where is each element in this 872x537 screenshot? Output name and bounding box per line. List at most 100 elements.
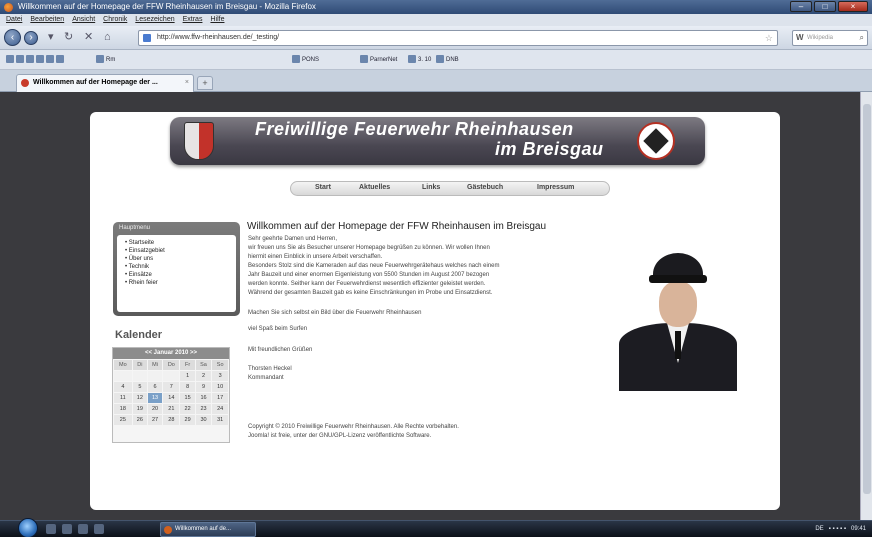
search-engine-icon[interactable]: W [796,31,804,45]
intro-line: Besonders Stolz sind die Kameraden auf d… [248,263,500,269]
firefox-taskbar-icon [164,526,172,534]
menu-hilfe[interactable]: Hilfe [210,14,224,26]
menu-link-aktuelles[interactable]: Aktuelles [359,184,390,191]
vertical-scrollbar[interactable] [860,92,872,520]
banner-title-line1: Freiwillige Feuerwehr Rheinhausen [255,119,574,139]
reload-icon[interactable]: ↻ [64,31,73,43]
taskbar-task-label: Willkommen auf de... [175,526,232,532]
back-button[interactable]: ‹ [4,29,21,46]
calendar-day[interactable]: 15 [180,393,195,403]
sidebar-body: Startseite Einsatzgebiet Über uns Techni… [117,235,236,312]
calendar-day[interactable]: 28 [163,415,180,425]
calendar-day[interactable]: 30 [195,415,212,425]
stop-icon[interactable]: ✕ [84,31,93,43]
calendar-day[interactable]: 14 [163,393,180,403]
calendar-day[interactable]: 5 [132,382,147,392]
calendar-day[interactable]: 3 [212,371,228,381]
scrollbar-thumb[interactable] [863,104,871,494]
menu-datei[interactable]: Datei [6,14,22,26]
calendar-day[interactable]: 1 [180,371,195,381]
calendar-day[interactable]: 16 [195,393,212,403]
tab-close-icon[interactable]: × [185,75,189,91]
commander-photo [617,251,738,391]
bookmark-star-icon[interactable]: ☆ [765,31,773,45]
calendar-day [163,371,180,381]
calendar-day[interactable]: 7 [163,382,180,392]
menu-link-start[interactable]: Start [315,184,331,191]
menu-chronik[interactable]: Chronik [103,14,127,26]
quicklaunch-icon[interactable] [46,524,56,534]
menu-link-links[interactable]: Links [422,184,440,191]
language-indicator[interactable]: DE [815,526,823,532]
calendar-day[interactable]: 10 [212,382,228,392]
menu-lesezeichen[interactable]: Lesezeichen [135,14,174,26]
license-text: Joomla! ist freie, unter der GNU/GPL-Liz… [248,433,432,439]
home-icon[interactable]: ⌂ [104,31,111,43]
search-bar[interactable]: W Wikipedia ⌕ [792,30,868,46]
calendar-day[interactable]: 23 [195,404,212,414]
intro-line: Jahr Bauzeit und einer enormen Eigenleis… [248,272,490,278]
quicklaunch-icon[interactable] [62,524,72,534]
calendar-day[interactable]: 18 [114,404,132,414]
bookmark-icons-group[interactable] [6,50,66,70]
calendar-day[interactable]: 4 [114,382,132,392]
menu-extras[interactable]: Extras [183,14,203,26]
calendar-day-header: Mo [114,360,132,370]
calendar-day[interactable]: 25 [114,415,132,425]
sidebar-item-rhein-feier[interactable]: Rhein feier [125,279,236,287]
minimize-button[interactable]: – [790,1,812,12]
menu-ansicht[interactable]: Ansicht [72,14,95,26]
fire-brigade-emblem-icon [637,122,675,160]
search-icon[interactable]: ⌕ [860,31,864,45]
calendar-day[interactable]: 17 [212,393,228,403]
start-button[interactable] [18,518,38,537]
calendar-day[interactable]: 6 [147,382,163,392]
calendar-day[interactable]: 31 [212,415,228,425]
calendar-day[interactable]: 2 [195,371,212,381]
bookmark-dnb[interactable]: DNB [436,50,459,70]
calendar-day[interactable]: 8 [180,382,195,392]
calendar-day[interactable]: 20 [147,404,163,414]
quicklaunch-icon[interactable] [94,524,104,534]
calendar-day[interactable]: 27 [147,415,163,425]
calendar-day[interactable]: 24 [212,404,228,414]
calendar-day[interactable]: 19 [132,404,147,414]
bookmark-pons[interactable]: PONS [292,50,319,70]
calendar-day[interactable]: 29 [180,415,195,425]
menu-link-impressum[interactable]: Impressum [537,184,574,191]
intro-line: Während der gesamten Bauzeit gab es kein… [248,290,493,296]
calendar-day[interactable]: 12 [132,393,147,403]
tab-active[interactable]: Willkommen auf der Homepage der ... × [16,74,194,92]
calendar-day[interactable]: 21 [163,404,180,414]
quicklaunch-icon[interactable] [78,524,88,534]
site-banner: Freiwillige Feuerwehr Rheinhausen im Bre… [170,117,705,165]
calendar-day [114,371,132,381]
forward-button[interactable]: › [24,31,38,45]
menu-bearbeiten[interactable]: Bearbeiten [30,14,64,26]
calendar-day[interactable]: 9 [195,382,212,392]
intro-line: Sehr geehrte Damen und Herren, [248,236,338,242]
bookmark-parnernet[interactable]: ParnerNet [360,50,397,70]
surfing-line: viel Spaß beim Surfen [248,326,308,332]
menu-link-gaestebuch[interactable]: Gästebuch [467,184,503,191]
calendar-day[interactable]: 26 [132,415,147,425]
sidebar-item-einsatzgebiet[interactable]: Einsatzgebiet [125,247,236,255]
url-bar[interactable]: http://www.ffw-rheinhausen.de/_testing/ … [138,30,778,46]
bookmark-rm[interactable]: Rm [96,50,115,70]
page-title: Willkommen auf der Homepage der FFW Rhei… [247,221,547,232]
taskbar-firefox-window[interactable]: Willkommen auf de... [160,522,256,537]
sidebar-item-startseite[interactable]: Startseite [125,239,236,247]
maximize-button[interactable]: □ [814,1,836,12]
sidebar-item-einsaetze[interactable]: Einsätze [125,271,236,279]
sidebar-item-technik[interactable]: Technik [125,263,236,271]
dropdown-arrow-icon[interactable]: ▾ [48,31,54,43]
bookmark-3-10[interactable]: 3. 10 [408,50,431,70]
calendar-day-today[interactable]: 13 [147,393,163,403]
new-tab-button[interactable]: + [197,76,213,90]
calendar-day[interactable]: 22 [180,404,195,414]
calendar-month-nav[interactable]: << Januar 2010 >> [113,348,229,359]
sidebar-item-ueber-uns[interactable]: Über uns [125,255,236,263]
close-button[interactable]: × [838,1,868,12]
clock[interactable]: 09:41 [851,526,866,532]
calendar-day[interactable]: 11 [114,393,132,403]
